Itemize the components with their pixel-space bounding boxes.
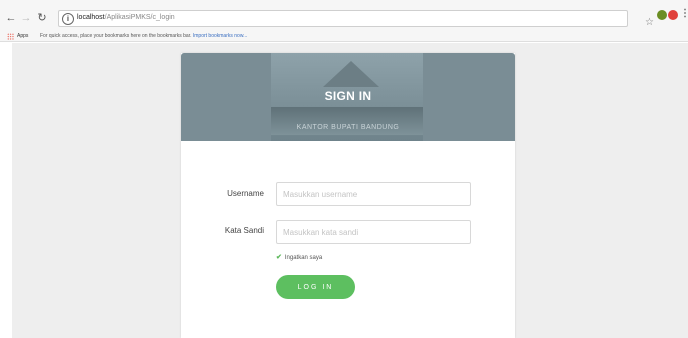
login-card: SIGN IN KANTOR BUPATI BANDUNG Username K… (181, 53, 515, 338)
address-bar[interactable]: i localhost/AplikasiPMKS/c_login (58, 10, 628, 27)
banner-caption: KANTOR BUPATI BANDUNG (296, 124, 400, 131)
browser-toolbar: ← → ↻ i localhost/AplikasiPMKS/c_login ☆… (0, 8, 688, 30)
login-title: SIGN IN (324, 89, 372, 103)
login-banner: SIGN IN KANTOR BUPATI BANDUNG (181, 53, 515, 141)
password-label: Kata Sandi (224, 226, 264, 235)
back-icon[interactable]: ← (5, 11, 17, 25)
roof-shape (323, 61, 379, 87)
apps-grid-icon[interactable] (7, 33, 14, 40)
bookmark-star-icon[interactable]: ☆ (645, 17, 654, 28)
checkmark-icon: ✔ (276, 254, 282, 261)
bookmarks-bar: Apps For quick access, place your bookma… (0, 31, 688, 42)
menu-dots-icon[interactable]: ⋮ (680, 8, 688, 19)
extension-icon[interactable] (657, 10, 667, 20)
remember-me-checkbox[interactable]: ✔ Ingatkan saya (276, 253, 322, 261)
reload-icon[interactable]: ↻ (36, 11, 48, 25)
bookmark-prompt: For quick access, place your bookmarks h… (40, 33, 248, 39)
username-input[interactable] (276, 182, 471, 206)
login-button[interactable]: LOG IN (276, 275, 355, 299)
info-icon[interactable]: i (62, 13, 74, 25)
import-bookmarks-link[interactable]: Import bookmarks now... (193, 33, 247, 39)
url-text: localhost/AplikasiPMKS/c_login (77, 14, 175, 21)
browser-chrome: ← → ↻ i localhost/AplikasiPMKS/c_login ☆… (0, 0, 688, 42)
forward-icon[interactable]: → (20, 11, 32, 25)
remember-me-label: Ingatkan saya (284, 255, 323, 261)
username-label: Username (227, 189, 264, 198)
stop-extension-icon[interactable] (668, 10, 678, 20)
apps-link[interactable]: Apps (17, 33, 28, 39)
password-input[interactable] (276, 220, 471, 244)
